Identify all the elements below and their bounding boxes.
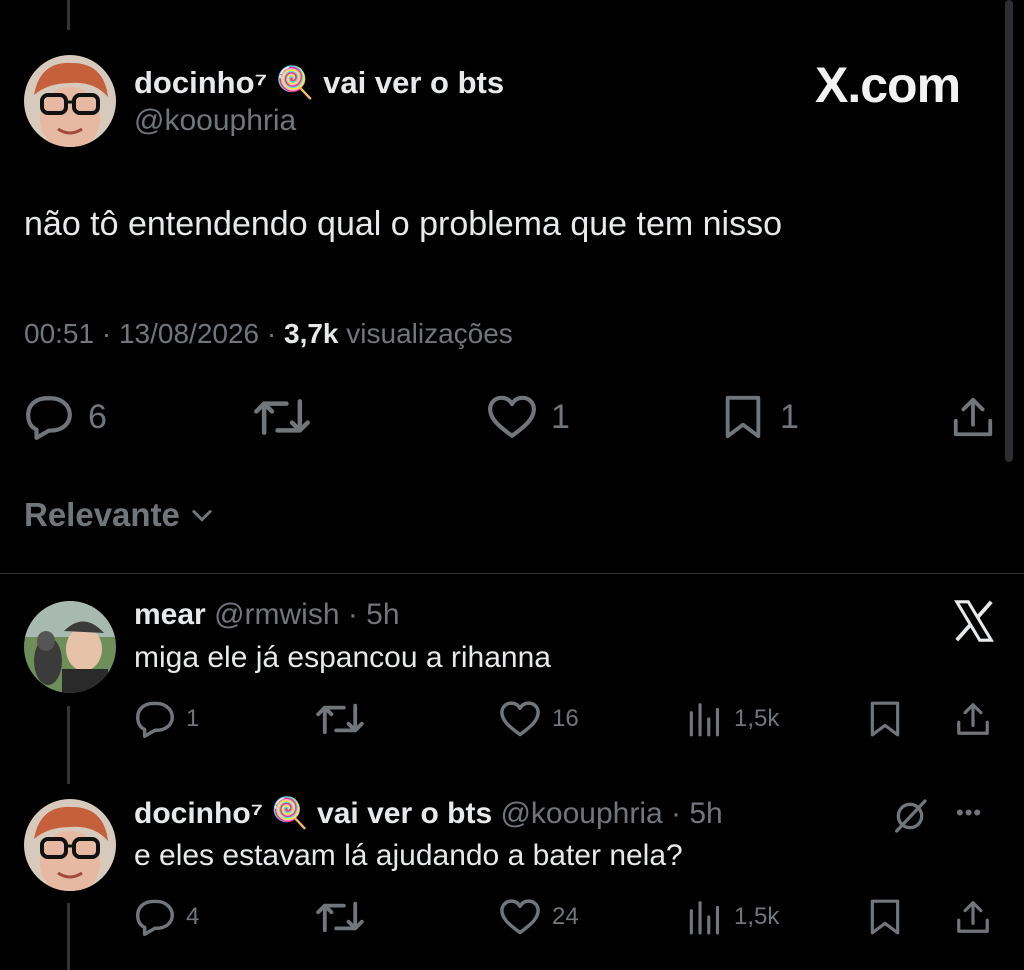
display-name[interactable]: docinho⁷ 🍭 vai ver o bts xyxy=(134,797,492,830)
avatar[interactable] xyxy=(24,799,116,891)
views-icon xyxy=(689,901,720,935)
views-count: 1,5k xyxy=(734,705,780,732)
heart-icon xyxy=(488,395,536,438)
chevron-down-icon xyxy=(192,510,212,522)
display-name[interactable]: mear xyxy=(134,598,206,631)
bookmark-icon xyxy=(870,701,900,737)
bookmark-icon xyxy=(725,395,761,439)
tweet-text: não tô entendendo qual o problema que te… xyxy=(24,205,782,243)
retweet-icon xyxy=(316,703,364,735)
avatar[interactable] xyxy=(24,55,116,147)
share-button[interactable] xyxy=(953,898,993,936)
reply-button[interactable]: 4 xyxy=(134,898,199,936)
scrollbar[interactable] xyxy=(1005,0,1013,462)
bookmark-icon xyxy=(870,899,900,935)
reply-count: 4 xyxy=(186,903,200,930)
display-name[interactable]: docinho⁷ 🍭 vai ver o bts xyxy=(134,64,504,101)
tweet-time[interactable]: 00:51 xyxy=(24,318,94,349)
handle[interactable]: @koouphria xyxy=(500,797,662,830)
reply-button[interactable]: 6 xyxy=(24,394,107,440)
reply-icon xyxy=(26,396,72,440)
share-icon xyxy=(957,703,989,735)
views-label: visualizações xyxy=(346,318,513,349)
meta-separator: · xyxy=(101,318,112,349)
divider xyxy=(0,573,1024,574)
sort-dropdown[interactable]: Relevante xyxy=(24,496,216,534)
retweet-icon xyxy=(254,399,310,435)
reply-count: 1 xyxy=(186,705,200,732)
views-button[interactable]: 1,5k xyxy=(684,898,779,936)
retweet-icon xyxy=(316,901,364,933)
retweet-button[interactable] xyxy=(315,898,365,936)
grok-icon[interactable] xyxy=(890,796,930,836)
bookmark-button[interactable]: 1 xyxy=(720,394,799,440)
reply-count: 6 xyxy=(88,397,107,436)
like-button[interactable]: 1 xyxy=(487,394,570,440)
avatar[interactable] xyxy=(24,601,116,693)
heart-icon xyxy=(500,701,540,737)
views-icon xyxy=(689,703,720,737)
share-button[interactable] xyxy=(950,394,996,440)
brand-watermark: X.com xyxy=(815,57,961,113)
bookmark-button[interactable] xyxy=(866,700,904,738)
reply-text: e eles estavam lá ajudando a bater nela? xyxy=(134,839,683,872)
thread-line-top xyxy=(67,0,70,30)
x-logo-icon xyxy=(950,598,998,644)
tweet-date[interactable]: 13/08/2026 xyxy=(119,318,259,349)
views-button[interactable]: 1,5k xyxy=(684,700,779,738)
retweet-button[interactable] xyxy=(315,700,365,738)
tweet-meta: 00:51 · 13/08/2026 · 3,7k visualizações xyxy=(24,318,513,350)
share-icon xyxy=(953,397,993,437)
reply-time[interactable]: · 5h xyxy=(671,797,723,830)
views-count: 3,7k xyxy=(284,318,339,349)
share-icon xyxy=(957,901,989,933)
reply-time[interactable]: · 5h xyxy=(348,598,400,631)
heart-icon xyxy=(500,899,540,935)
thread-line-reply xyxy=(67,706,70,784)
reply-icon xyxy=(136,899,174,936)
share-button[interactable] xyxy=(953,700,993,738)
sort-label: Relevante xyxy=(24,496,180,533)
views-count: 1,5k xyxy=(734,903,780,930)
like-button[interactable]: 16 xyxy=(498,700,579,738)
handle[interactable]: @koouphria xyxy=(134,104,296,138)
like-count: 24 xyxy=(552,903,579,930)
retweet-button[interactable] xyxy=(253,394,311,440)
thread-line-bottom xyxy=(67,903,70,970)
reply-header: mear @rmwish · 5h xyxy=(134,598,400,632)
bookmark-button[interactable] xyxy=(866,898,904,936)
reply-icon xyxy=(136,701,174,738)
bookmark-count: 1 xyxy=(780,397,799,436)
like-count: 1 xyxy=(551,397,570,436)
reply-header: docinho⁷ 🍭 vai ver o bts @koouphria · 5h xyxy=(134,796,723,831)
more-options-icon[interactable]: ••• xyxy=(956,800,982,826)
meta-separator: · xyxy=(266,318,277,349)
like-count: 16 xyxy=(552,705,579,732)
like-button[interactable]: 24 xyxy=(498,898,579,936)
handle[interactable]: @rmwish xyxy=(214,598,339,631)
reply-text: miga ele já espancou a rihanna xyxy=(134,641,551,674)
reply-button[interactable]: 1 xyxy=(134,700,199,738)
